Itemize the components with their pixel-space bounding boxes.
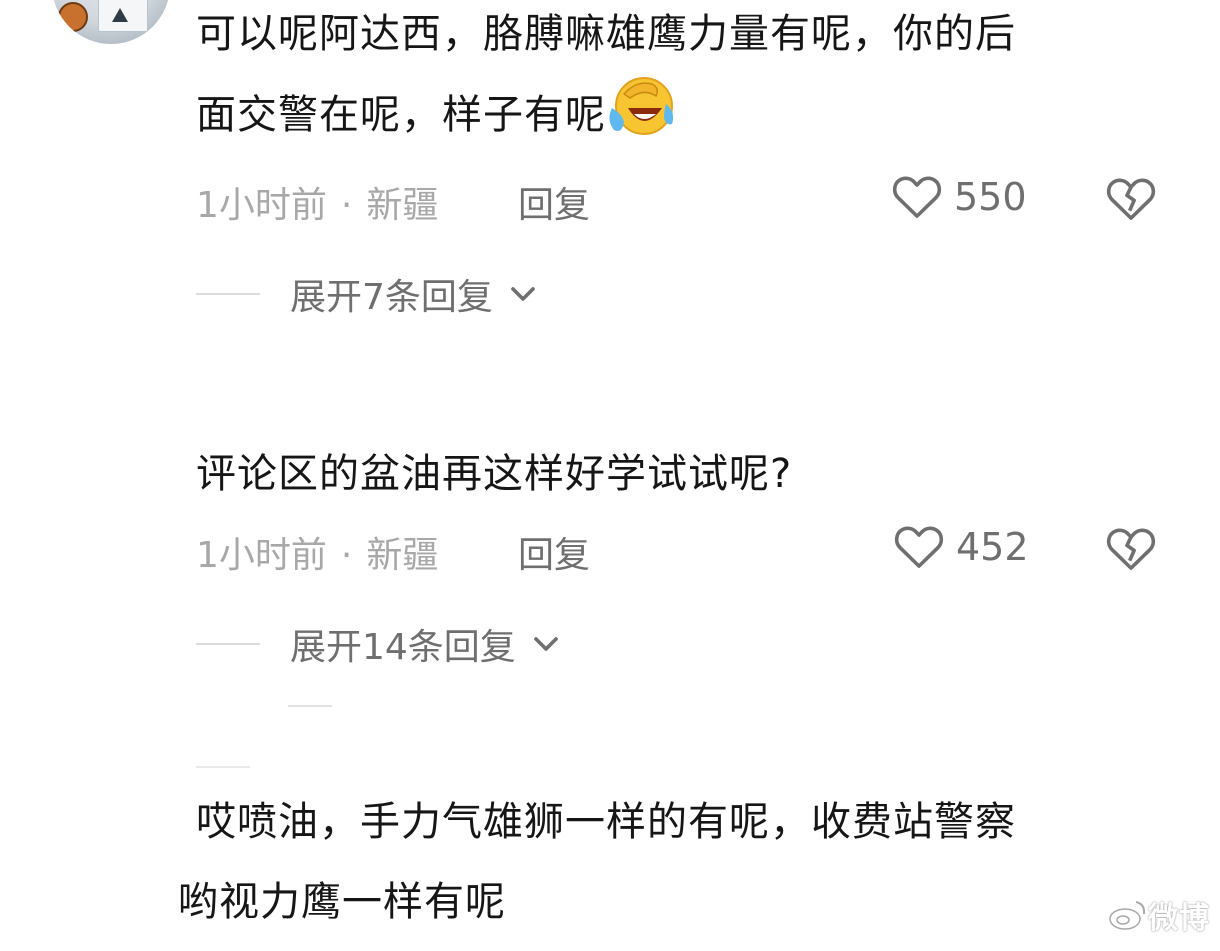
heart-outline-icon bbox=[894, 526, 944, 568]
comment-2-reply-button[interactable]: 回复 bbox=[518, 526, 590, 578]
comment-1-meta: 1小时前 · 新疆 bbox=[196, 176, 438, 228]
meta-separator: · bbox=[340, 535, 353, 576]
expand-divider-line bbox=[196, 293, 260, 295]
comment-2-expand-replies[interactable]: 展开14条回复 bbox=[196, 618, 566, 670]
expand-divider-line bbox=[196, 643, 260, 645]
comment-2-meta: 1小时前 · 新疆 bbox=[196, 526, 438, 578]
meta-separator: · bbox=[340, 185, 353, 226]
comment-2-text: 评论区的盆油再这样好学试试呢? bbox=[196, 434, 1176, 514]
broken-heart-icon[interactable] bbox=[1104, 522, 1158, 576]
broken-heart-icon[interactable] bbox=[1104, 172, 1158, 226]
comment-feed: 可以呢阿达西，胳膊嘛雄鹰力量有呢，你的后 面交警在呢，样子有呢 1小时前 · 新疆 … bbox=[0, 0, 1220, 951]
comment-1-time: 1小时前 bbox=[196, 185, 327, 226]
comment-1-expand-replies[interactable]: 展开7条回复 bbox=[196, 268, 543, 320]
comment-2-location: 新疆 bbox=[366, 535, 439, 576]
comment-1-line-2-text: 面交警在呢，样子有呢 bbox=[196, 92, 606, 138]
comment-2-time: 1小时前 bbox=[196, 535, 327, 576]
comment-3-text: 哎喷油，手力气雄狮一样的有呢，收费站警察 哟视力鹰一样有呢 bbox=[178, 782, 1166, 942]
comment-1-like-count: 550 bbox=[954, 175, 1027, 219]
comment-1-line-1: 可以呢阿达西，胳膊嘛雄鹰力量有呢，你的后 bbox=[196, 11, 1016, 57]
comment-1-line-2: 面交警在呢，样子有呢 bbox=[196, 74, 1176, 155]
comment-1-expand-label: 展开7条回复 bbox=[290, 277, 493, 318]
heart-outline-icon bbox=[892, 176, 942, 218]
comment-1-location: 新疆 bbox=[366, 185, 439, 226]
laughing-crying-emoji-icon bbox=[609, 77, 674, 135]
comment-1-reply-button[interactable]: 回复 bbox=[518, 176, 590, 228]
comment-2-expand-label: 展开14条回复 bbox=[290, 627, 516, 668]
comment-1-like-button[interactable]: 550 bbox=[890, 170, 1027, 224]
comment-2-like-count: 452 bbox=[956, 525, 1029, 569]
faint-divider bbox=[196, 766, 250, 768]
watermark-text: 微博 bbox=[1148, 901, 1210, 936]
chevron-down-icon bbox=[533, 637, 558, 651]
chevron-down-icon bbox=[511, 287, 535, 301]
basketball-icon bbox=[58, 2, 88, 32]
weibo-logo-icon bbox=[1109, 901, 1146, 930]
comment-3-line-2: 哟视力鹰一样有呢 bbox=[178, 879, 506, 925]
thread-divider bbox=[288, 705, 332, 707]
user-avatar[interactable] bbox=[52, 0, 170, 44]
comment-2-line-1: 评论区的盆油再这样好学试试呢? bbox=[196, 451, 793, 497]
weibo-watermark: 微博 bbox=[1108, 893, 1210, 937]
comment-2-like-button[interactable]: 452 bbox=[892, 520, 1029, 574]
comment-3-line-1: 哎喷油，手力气雄狮一样的有呢，收费站警察 bbox=[196, 799, 1016, 845]
comment-1-text: 可以呢阿达西，胳膊嘛雄鹰力量有呢，你的后 面交警在呢，样子有呢 bbox=[196, 0, 1176, 155]
